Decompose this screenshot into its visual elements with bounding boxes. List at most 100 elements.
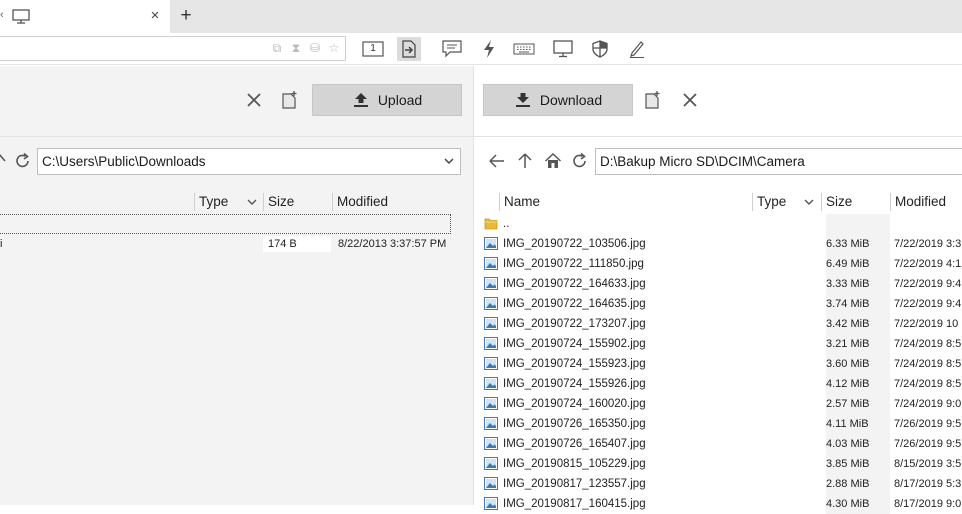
back-arrow-icon[interactable]: [488, 152, 506, 170]
focused-empty-row[interactable]: [0, 214, 451, 234]
session-tab[interactable]: ‹ ×: [0, 0, 170, 33]
column-name-header[interactable]: Name: [504, 192, 540, 212]
upload-label: Upload: [377, 92, 423, 108]
actions-button[interactable]: [477, 37, 501, 61]
local-file-size: 174 B: [263, 236, 331, 252]
file-row[interactable]: IMG_20190724_155923.jpg 3.60 MiB 7/24/2019…: [482, 354, 962, 374]
annotate-button[interactable]: [625, 37, 649, 61]
star-icon[interactable]: ☆: [327, 40, 341, 56]
tab-scroll-left-icon[interactable]: ‹: [0, 9, 4, 23]
file-name: IMG_20190722_164635.jpg: [503, 298, 646, 310]
local-file-name[interactable]: i: [0, 236, 2, 252]
remote-view-icon[interactable]: ⧉: [270, 40, 284, 56]
column-size-header[interactable]: Size: [826, 192, 852, 212]
file-size: 4.12 MiB: [826, 374, 890, 394]
file-modified: 7/22/2019 9:4: [894, 298, 962, 310]
page-number-button[interactable]: 1: [361, 37, 385, 61]
tab-close-button[interactable]: ×: [148, 8, 162, 24]
database-icon[interactable]: ⛁: [308, 40, 322, 56]
column-type-header[interactable]: Type: [757, 192, 786, 212]
column-type-filter-icon[interactable]: [804, 199, 814, 206]
keyboard-button[interactable]: [512, 37, 536, 61]
refresh-icon[interactable]: [14, 152, 32, 170]
security-button[interactable]: [588, 37, 612, 61]
image-file-icon: [484, 377, 498, 390]
up-arrow-icon[interactable]: [0, 152, 6, 170]
file-row[interactable]: IMG_20190815_105229.jpg 3.85 MiB 8/15/2019…: [482, 454, 962, 474]
monitor-icon: [12, 9, 30, 24]
chat-button[interactable]: [440, 37, 464, 61]
column-separator[interactable]: [752, 193, 753, 211]
column-modified-header[interactable]: Modified: [895, 192, 946, 212]
file-name: IMG_20190724_155923.jpg: [503, 358, 646, 370]
file-row[interactable]: IMG_20190724_155902.jpg 3.21 MiB 7/24/2019…: [482, 334, 962, 354]
file-row[interactable]: IMG_20190722_173207.jpg 3.42 MiB 7/22/2019…: [482, 314, 962, 334]
column-separator[interactable]: [332, 193, 333, 211]
file-modified: 7/24/2019 8:5: [894, 378, 962, 390]
remote-files-pane: Download D:\Bakup Micro SD\DCIM\Camera N…: [474, 66, 962, 514]
file-row[interactable]: IMG_20190724_160020.jpg 2.57 MiB 7/24/2019…: [482, 394, 962, 414]
column-type-header[interactable]: Type: [199, 192, 228, 212]
file-size: 6.33 MiB: [826, 234, 890, 254]
file-modified: 7/24/2019 8:5: [894, 358, 962, 370]
address-bar-icons: ⧉ ⧗ ⛁ ☆: [270, 40, 341, 56]
left-separator: [0, 136, 473, 137]
upload-button[interactable]: Upload: [312, 84, 462, 116]
cancel-transfer-icon[interactable]: [681, 91, 699, 109]
cancel-transfer-icon[interactable]: [245, 91, 263, 109]
hourglass-icon[interactable]: ⧗: [289, 40, 303, 56]
local-path-input[interactable]: C:\Users\Public\Downloads: [37, 148, 461, 175]
file-row[interactable]: IMG_20190817_123557.jpg 2.88 MiB 8/17/2019…: [482, 474, 962, 494]
download-icon: [515, 93, 530, 107]
new-tab-button[interactable]: +: [178, 6, 194, 26]
file-name: IMG_20190724_155926.jpg: [503, 378, 646, 390]
file-row[interactable]: IMG_20190722_111850.jpg 6.49 MiB 7/22/2019…: [482, 254, 962, 274]
file-name: IMG_20190726_165407.jpg: [503, 438, 646, 450]
shield-icon: [592, 40, 608, 58]
download-label: Download: [539, 92, 603, 108]
chat-icon: [442, 40, 462, 58]
column-separator[interactable]: [263, 193, 264, 211]
remote-file-list: .. IMG_20190722_103506.jpg 6.33 MiB 7/22/2…: [482, 214, 962, 514]
file-transfer-button[interactable]: [397, 37, 421, 61]
display-button[interactable]: [551, 37, 575, 61]
file-row[interactable]: IMG_20190722_103506.jpg 6.33 MiB 7/22/2019…: [482, 234, 962, 254]
file-row[interactable]: IMG_20190817_160415.jpg 4.30 MiB 8/17/2019…: [482, 494, 962, 514]
up-arrow-icon[interactable]: [516, 152, 534, 170]
local-files-pane: Upload C:\Users\Public\Downloads Type Si…: [0, 66, 473, 505]
image-file-icon: [484, 257, 498, 270]
column-separator[interactable]: [821, 193, 822, 211]
file-row[interactable]: IMG_20190722_164633.jpg 3.33 MiB 7/22/2019…: [482, 274, 962, 294]
column-modified-header[interactable]: Modified: [337, 192, 388, 212]
file-name: IMG_20190722_103506.jpg: [503, 238, 646, 250]
column-separator[interactable]: [499, 193, 500, 211]
chevron-down-icon[interactable]: [444, 157, 454, 165]
display-icon: [553, 40, 573, 58]
file-size: 3.42 MiB: [826, 314, 890, 334]
file-size: 6.49 MiB: [826, 254, 890, 274]
file-row[interactable]: IMG_20190722_164635.jpg 3.74 MiB 7/22/2019…: [482, 294, 962, 314]
lightning-icon: [484, 40, 494, 58]
column-separator[interactable]: [890, 193, 891, 211]
parent-folder-size: [826, 214, 890, 234]
new-file-icon[interactable]: [282, 90, 298, 109]
parent-folder-row[interactable]: ..: [482, 214, 962, 234]
remote-path-input[interactable]: D:\Bakup Micro SD\DCIM\Camera: [595, 148, 962, 175]
keyboard-icon: [513, 43, 535, 55]
file-modified: 7/22/2019 3:3: [894, 238, 962, 250]
file-row[interactable]: IMG_20190724_155926.jpg 4.12 MiB 7/24/2019…: [482, 374, 962, 394]
file-row[interactable]: IMG_20190726_165407.jpg 4.03 MiB 7/26/2019…: [482, 434, 962, 454]
column-size-header[interactable]: Size: [268, 192, 294, 212]
column-separator[interactable]: [194, 193, 195, 211]
column-type-filter-icon[interactable]: [247, 199, 257, 206]
refresh-icon[interactable]: [571, 152, 589, 170]
tab-strip: ‹ × +: [0, 0, 962, 33]
home-icon[interactable]: [544, 152, 562, 170]
right-separator: [474, 136, 962, 137]
file-row[interactable]: IMG_20190726_165350.jpg 4.11 MiB 7/26/2019…: [482, 414, 962, 434]
new-file-icon[interactable]: [645, 90, 661, 109]
file-name: IMG_20190817_123557.jpg: [503, 478, 646, 490]
address-bar[interactable]: ⧉ ⧗ ⛁ ☆: [0, 36, 346, 61]
upload-icon: [353, 93, 368, 107]
download-button[interactable]: Download: [483, 84, 633, 116]
